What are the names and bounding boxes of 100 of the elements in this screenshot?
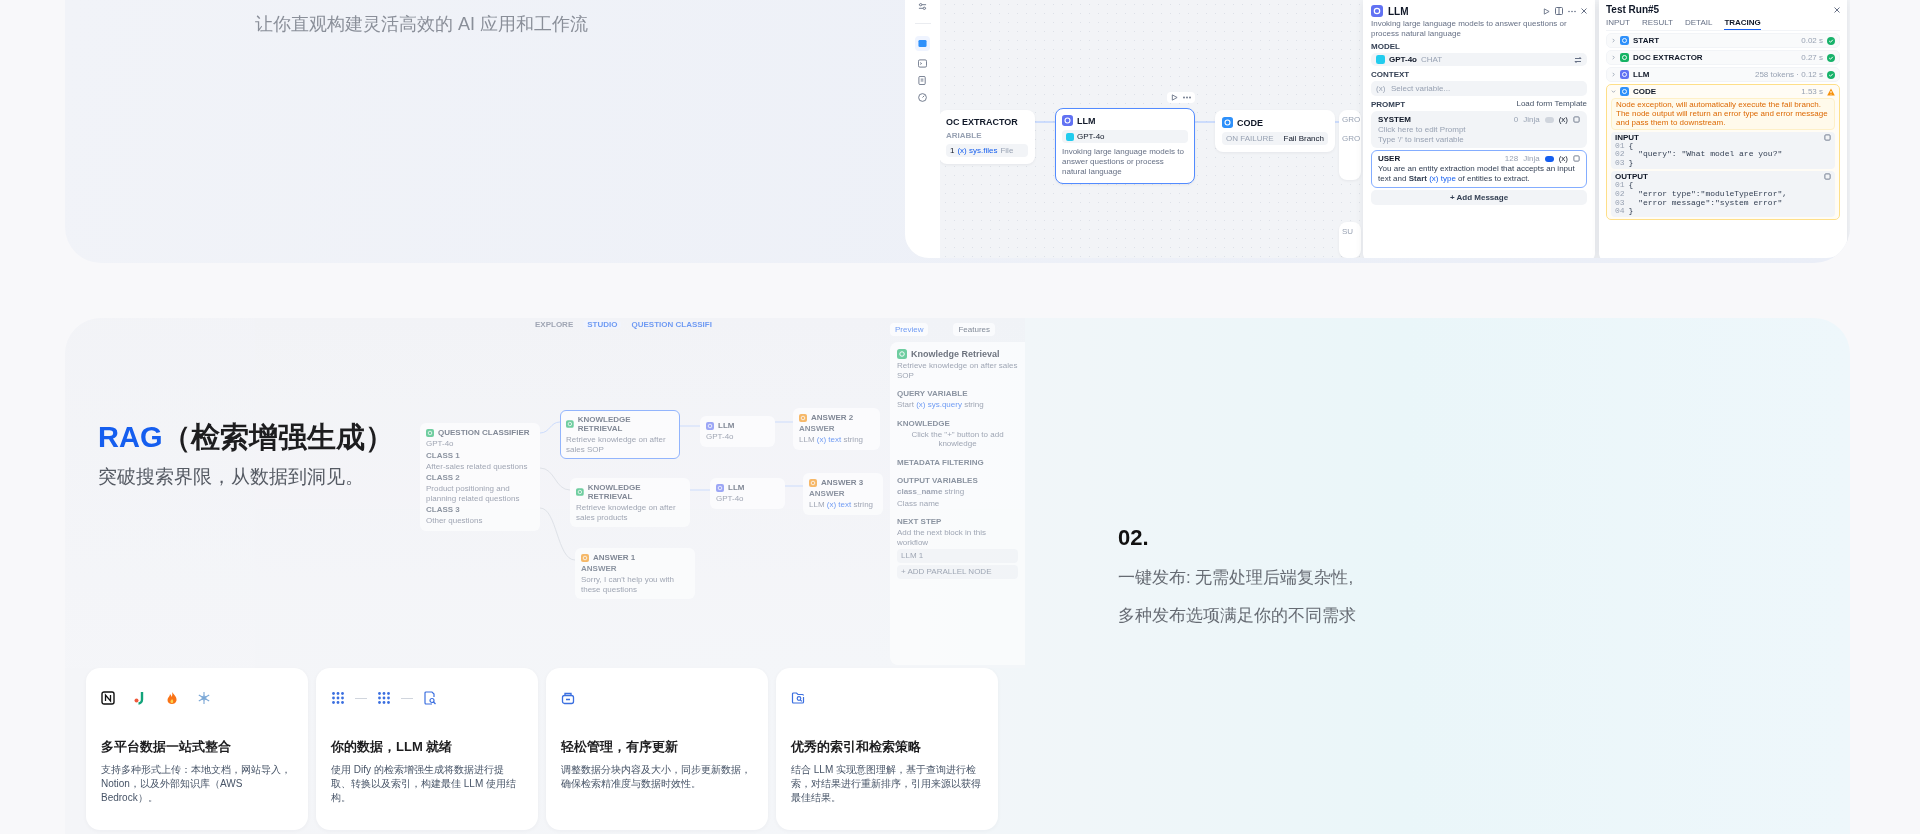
line-number: 01 (1615, 180, 1625, 190)
close-icon[interactable] (1581, 8, 1587, 14)
copy-icon[interactable] (1824, 133, 1831, 141)
card-title: 你的数据，LLM 就绪 (331, 738, 454, 756)
insert-variable-button[interactable]: (x) (1558, 154, 1568, 164)
node-type-icon (1620, 53, 1629, 62)
jinja-toggle[interactable] (1544, 155, 1554, 162)
node-title: KNOWLEDGE RETRIEVAL (577, 415, 632, 433)
copy-icon[interactable] (1573, 116, 1580, 124)
node-type-icon (1620, 87, 1629, 96)
message-role: USER (1378, 154, 1401, 164)
prompt-message-editor[interactable]: SYSTEM 0 Jinja (x) Click here to edit Prompt Type '/' to insert variable (1371, 111, 1587, 149)
connector-line (1334, 121, 1340, 123)
close-icon[interactable] (1834, 6, 1840, 13)
node-description: Retrieve knowledge on after sales SOP (566, 435, 667, 455)
workflow-node[interactable]: SU (1339, 222, 1361, 258)
square-logo-icon (101, 691, 115, 705)
class-description: After-sales related questions (426, 461, 529, 472)
workflow-node[interactable]: ANSWER 3 ANSWER LLM (x) text string (803, 473, 883, 515)
workflow-node[interactable]: ANSWER 2 ANSWER LLM (x) text string (793, 408, 880, 450)
workflow-node[interactable]: KNOWLEDGE RETRIEVAL Retrieve knowledge on after sales products (570, 478, 690, 528)
swap-icon[interactable] (1574, 55, 1582, 64)
insert-variable-button[interactable]: (x) (1558, 115, 1568, 125)
add-message-button[interactable]: + Add Message (1371, 189, 1587, 205)
section-label: OUTPUT VARIABLES (897, 475, 979, 485)
workflow-node[interactable]: OC EXTRACTOR ARIABLE 1 (x) sys.files File (939, 110, 1035, 164)
hero-subtitle: 让你直观构建灵活高效的 AI 应用和工作流 (255, 13, 589, 36)
workflow-node[interactable]: KNOWLEDGE RETRIEVAL Retrieve knowledge on after sales SOP (560, 410, 680, 460)
workflow-node[interactable]: LLM GPT-4o (710, 478, 785, 509)
preview-button[interactable]: Preview (890, 323, 929, 336)
model-name: GPT-4o (706, 432, 735, 442)
play-icon[interactable] (1171, 94, 1178, 101)
play-icon[interactable] (1543, 7, 1550, 15)
document-icon[interactable] (918, 76, 927, 85)
section-label: METADATA FILTERING (897, 457, 985, 467)
section-label: KNOWLEDGE (897, 418, 951, 428)
copy-icon[interactable] (1824, 172, 1831, 180)
workflow-node[interactable]: LLM GPT-4o (700, 416, 775, 447)
node-type-icon (1062, 115, 1073, 126)
split-view-icon[interactable] (1555, 7, 1563, 15)
panel-title: Knowledge Retrieval (911, 349, 1000, 359)
block-label: OUTPUT (1615, 171, 1648, 181)
line-number: 03 (1615, 198, 1625, 208)
node-type-icon (799, 413, 807, 422)
connector-line (1034, 121, 1056, 123)
class-description: Other questions (426, 516, 484, 526)
node-type-icon (426, 428, 434, 437)
node-title: CODE (1237, 117, 1263, 128)
gauge-icon[interactable] (918, 93, 927, 102)
trace-item[interactable]: START 0.02 s (1606, 33, 1840, 48)
node-type-icon (809, 478, 817, 487)
model-tag: CHAT (1421, 55, 1443, 65)
workflow-node[interactable]: CODE ON FAILURE Fail Branch (1215, 110, 1335, 152)
workflow-node[interactable]: GRO GRO (1339, 110, 1361, 180)
line-number: 04 (1615, 207, 1625, 217)
group-label: SU (1342, 227, 1355, 236)
node-title: OC EXTRACTOR (946, 117, 1019, 127)
model-selector[interactable]: GPT-4o CHAT (1371, 53, 1587, 67)
more-icon[interactable] (1568, 9, 1576, 13)
trace-item[interactable] (1606, 84, 1840, 221)
window-icon (918, 39, 927, 48)
section-label: NEXT STEP (897, 517, 943, 527)
variable-reference: Start (x) sys.query string (897, 400, 985, 410)
prompt-text: You are an entity extraction model that accepts an input text and Start (x) type of entities to extract. (1378, 164, 1576, 184)
workflow-node[interactable]: LLM GPT-4o Invoking large language models to answer questions or process natural language (1055, 108, 1195, 184)
copy-icon[interactable] (1573, 155, 1580, 163)
node-title: ANSWER 2 (811, 413, 854, 422)
code-text: "query": "What model are you?" (1637, 150, 1783, 160)
trace-name: START (1633, 36, 1660, 45)
jinja-toggle[interactable] (1544, 116, 1554, 123)
prompt-message-editor[interactable]: USER 128 Jinja (x) You are an entity extraction model that accepts an input text and Start (x) type of entities to extract. (1371, 150, 1587, 188)
terminal-icon[interactable] (918, 59, 927, 68)
code-text: "error type":"moduleTypeError", (1637, 189, 1788, 198)
panel-tab[interactable]: RESULT (1642, 17, 1673, 30)
panel-tab[interactable]: TRACING (1724, 17, 1761, 30)
more-icon[interactable] (1183, 96, 1191, 99)
node-title: ANSWER 1 (593, 553, 636, 562)
jinja-label: Jinja (1523, 115, 1540, 125)
connector-line (539, 507, 576, 561)
field-label: ANSWER (809, 489, 846, 498)
workflow-node[interactable]: QUESTION CLASSIFIER GPT-4o CLASS 1 After-sales related questions CLASS 2 Product positioning and planning related questions CLASS 3 Other questions (420, 423, 540, 531)
grid-icon (331, 691, 345, 705)
trace-item[interactable]: LLM 258 tokens · 0.12 s (1606, 67, 1840, 82)
features-button[interactable]: Features (953, 323, 996, 336)
prompt-input[interactable]: Click here to edit Prompt Type '/' to insert variable (1378, 125, 1580, 145)
sliders-icon[interactable] (918, 2, 927, 11)
node-type-icon (1371, 5, 1383, 17)
load-template-link[interactable]: Load form Template (1516, 99, 1587, 109)
toolbar-tab[interactable] (915, 36, 930, 51)
grid-icon (377, 691, 391, 705)
panel-tab[interactable]: INPUT (1606, 17, 1630, 30)
row-index: 1 (950, 146, 955, 155)
group-label: GRO (1342, 134, 1358, 143)
trace-item[interactable]: DOC EXTRACTOR 0.27 s (1606, 50, 1840, 65)
group-label: GRO (1342, 115, 1358, 124)
node-title: QUESTION CLASSIFIER (438, 428, 530, 437)
trace-name: LLM (1633, 70, 1650, 79)
node-type-icon (1620, 70, 1629, 79)
document-search-icon (423, 691, 437, 705)
panel-tab[interactable]: DETAIL (1684, 17, 1713, 30)
